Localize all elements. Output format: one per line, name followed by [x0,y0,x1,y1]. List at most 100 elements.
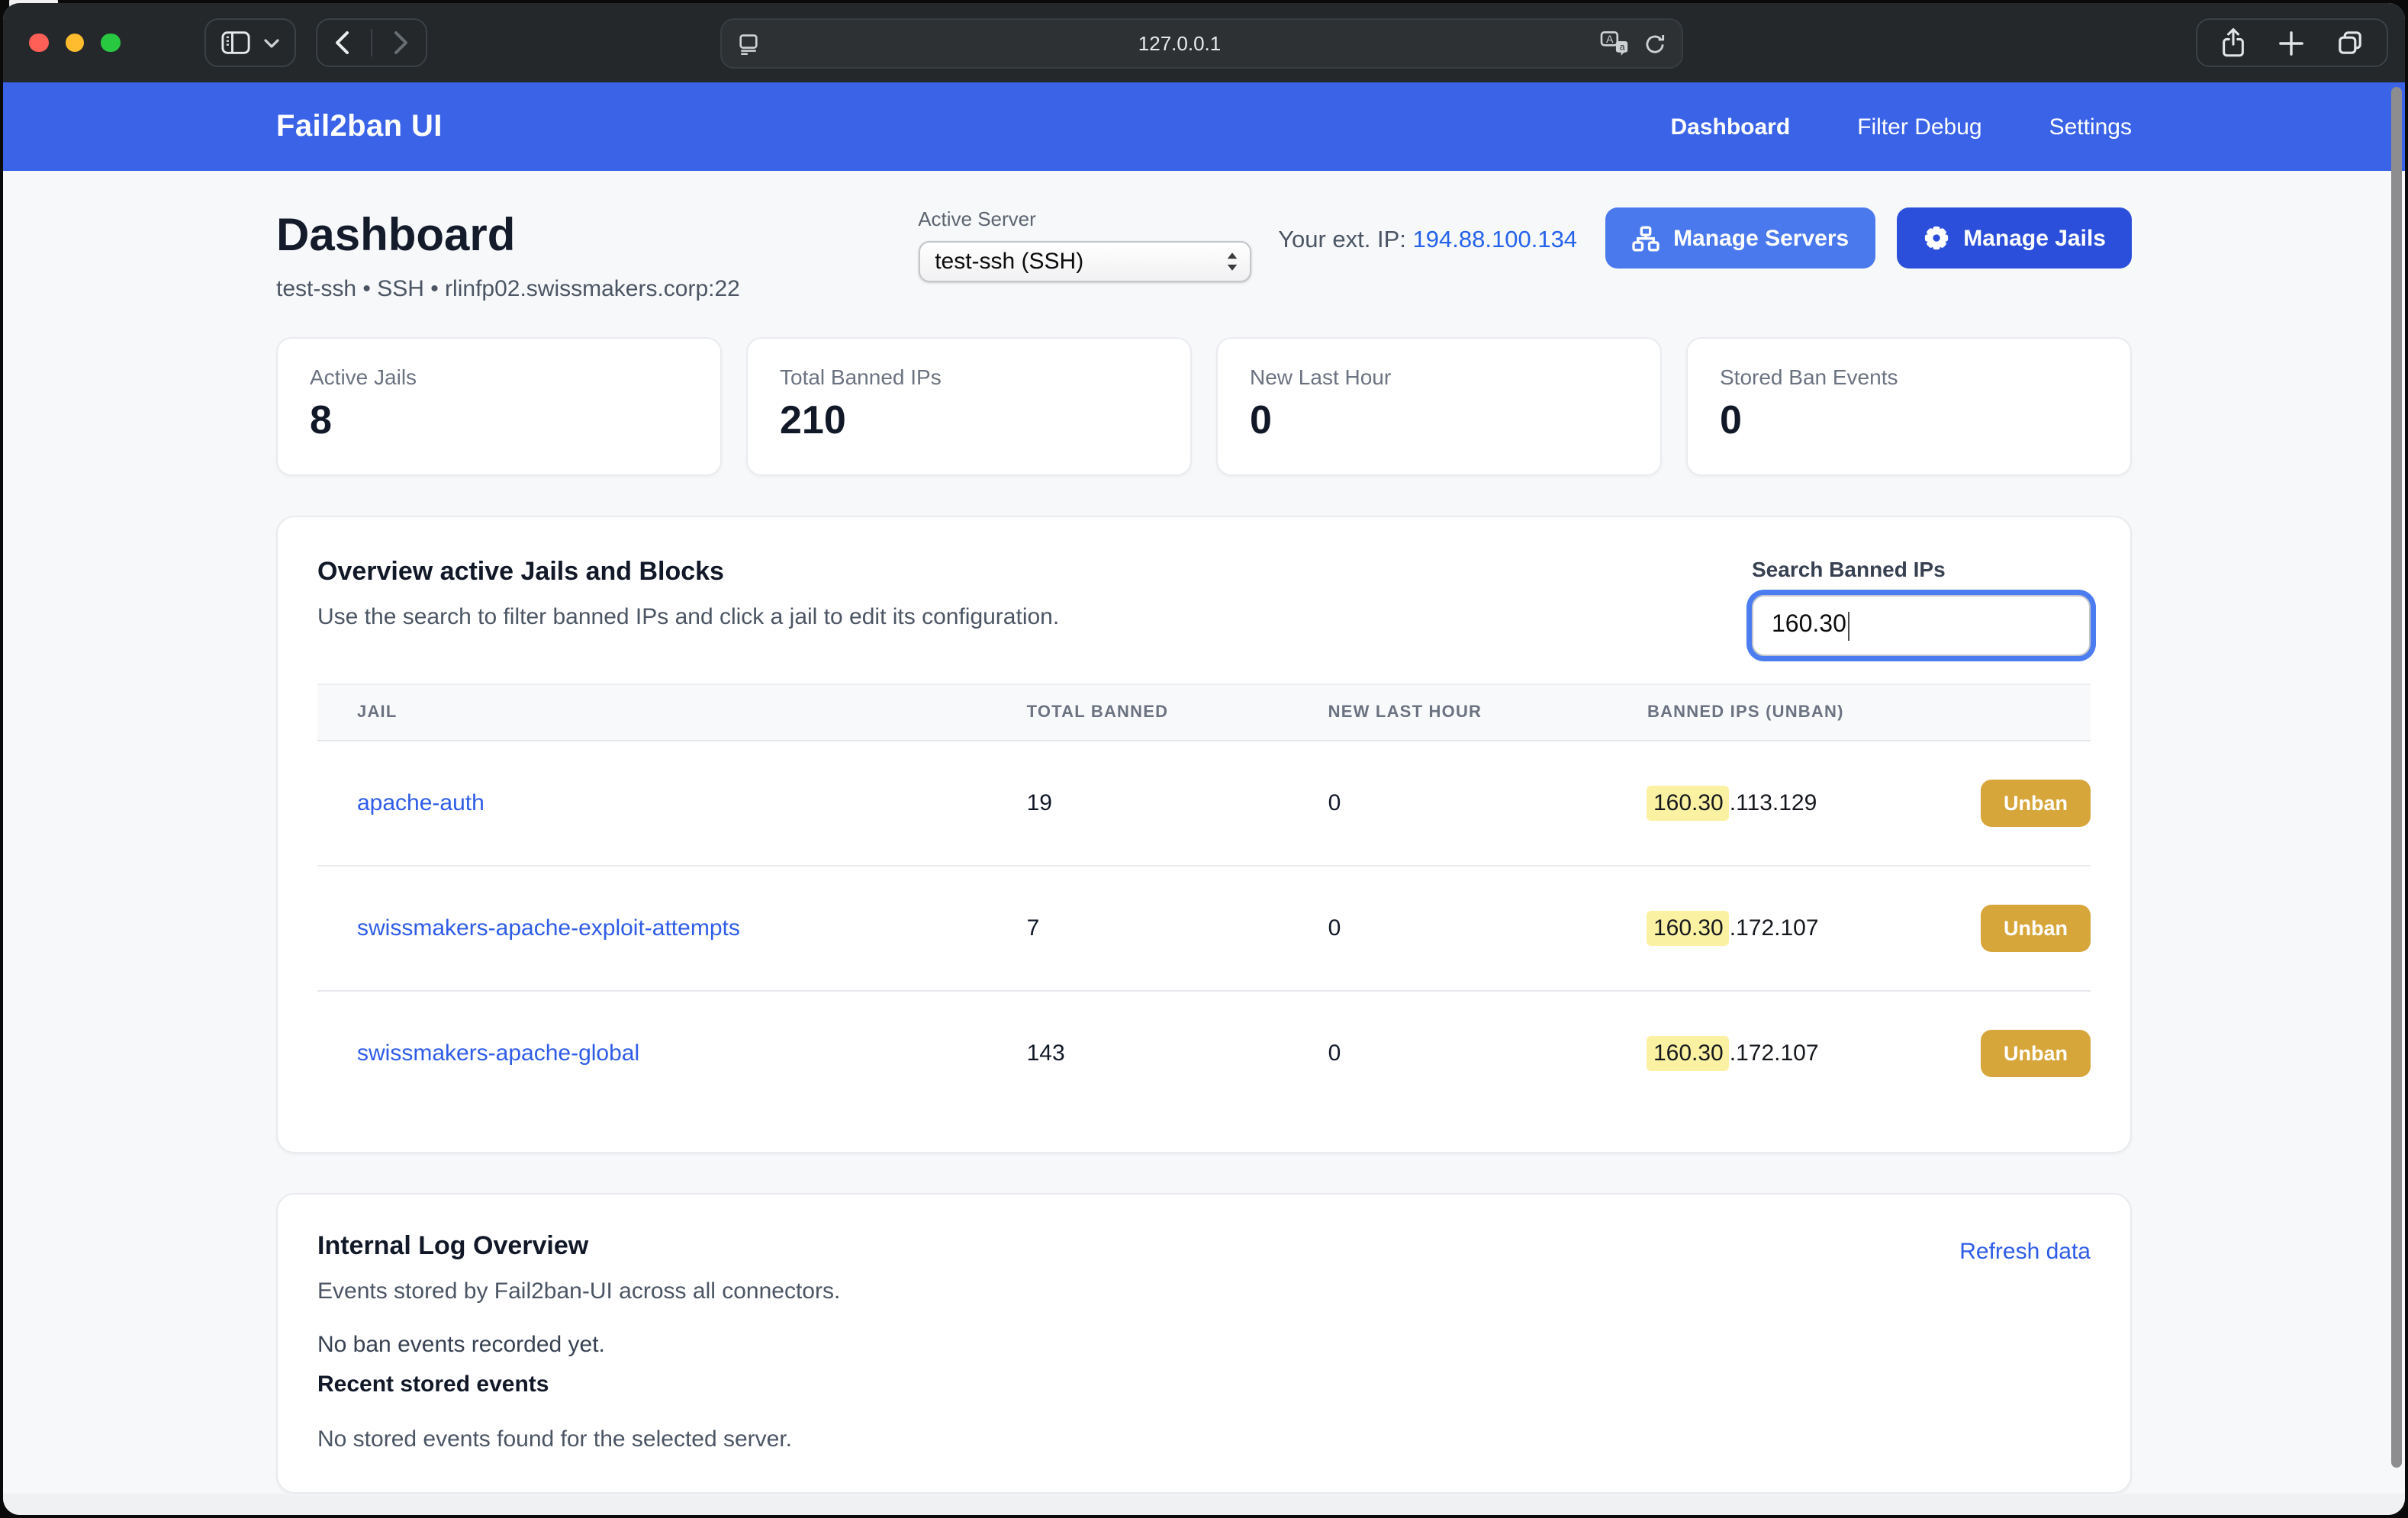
chevron-down-icon [263,37,278,48]
stat-value: 0 [1720,397,2098,444]
window-bottom-edge [3,1494,2405,1515]
select-arrows-icon [1225,252,1238,272]
stat-label: New Last Hour [1250,365,1628,389]
app-navbar: Fail2ban UI Dashboard Filter Debug Setti… [3,82,2405,171]
overview-subtitle: Use the search to filter banned IPs and … [317,604,1059,630]
search-input-value: 160.30 [1772,612,1846,639]
gear-icon [1922,224,1949,252]
manage-jails-button[interactable]: Manage Jails [1896,207,2132,269]
total-banned-cell: 19 [1027,741,1328,866]
overview-card: Overview active Jails and Blocks Use the… [276,516,2132,1153]
translate-icon[interactable]: A a [1599,31,1630,56]
total-banned-cell: 7 [1027,866,1328,991]
internal-log-card: Internal Log Overview Events stored by F… [276,1193,2132,1494]
manage-servers-label: Manage Servers [1673,225,1849,251]
stat-card-stored-ban-events: Stored Ban Events 0 [1686,337,2132,476]
unban-button[interactable]: Unban [1981,1030,2091,1077]
jail-link[interactable]: swissmakers-apache-global [357,1040,639,1066]
share-icon[interactable] [2219,26,2248,59]
stat-label: Total Banned IPs [780,365,1158,389]
jail-link[interactable]: swissmakers-apache-exploit-attempts [357,915,740,941]
column-header-new-last-hour: NEW LAST HOUR [1328,684,1647,741]
active-server-label: Active Server [918,207,1251,230]
banned-ip: 160.30.172.107 [1647,1040,1819,1066]
column-header-jail: JAIL [317,684,1027,741]
unban-button[interactable]: Unban [1981,780,2091,827]
no-stored-events-text: No stored events found for the selected … [317,1426,2091,1452]
nav-item-dashboard[interactable]: Dashboard [1670,114,1790,140]
page-content: Dashboard test-ssh • SSH • rlinfp02.swis… [3,171,2405,1494]
divider [370,29,372,56]
app-brand: Fail2ban UI [276,109,443,144]
browser-window: 127.0.0.1 A a [3,3,2405,1515]
jails-table: JAIL TOTAL BANNED NEW LAST HOUR BANNED I… [317,683,2091,1115]
text-cursor [1848,611,1850,640]
tab-overview-icon[interactable] [2335,27,2365,58]
sidebar-toggle-button[interactable] [204,18,295,67]
stat-label: Stored Ban Events [1720,365,2098,389]
external-ip: Your ext. IP: 194.88.100.134 [1278,227,1577,255]
nav-item-filter-debug[interactable]: Filter Debug [1857,114,1981,140]
external-ip-label: Your ext. IP: [1278,227,1406,253]
table-row: swissmakers-apache-exploit-attempts 7 0 … [317,866,2091,991]
banned-ip: 160.30.172.107 [1647,915,1819,941]
page-settings-icon[interactable] [737,31,760,56]
fullscreen-window-button[interactable] [101,34,120,53]
column-header-total-banned: TOTAL BANNED [1027,684,1328,741]
back-button[interactable] [333,31,349,55]
svg-text:A: A [1606,34,1614,46]
log-title: Internal Log Overview [317,1231,840,1262]
svg-text:a: a [1620,42,1625,53]
address-bar[interactable]: 127.0.0.1 A a [720,18,1683,69]
url-text: 127.0.0.1 [760,32,1599,55]
unban-button[interactable]: Unban [1981,905,2091,952]
stat-card-total-banned: Total Banned IPs 210 [746,337,1192,476]
nav-item-settings[interactable]: Settings [2049,114,2132,140]
sidebar-icon [221,31,249,55]
new-last-hour-cell: 0 [1328,741,1647,866]
new-last-hour-cell: 0 [1328,866,1647,991]
manage-jails-label: Manage Jails [1963,225,2106,251]
search-banned-ips-input[interactable]: 160.30 [1752,595,2091,656]
log-title-block: Internal Log Overview Events stored by F… [317,1231,840,1304]
jail-link[interactable]: apache-auth [357,790,484,816]
page-title: Dashboard [276,211,740,262]
column-header-banned-ips: BANNED IPS (UNBAN) [1647,684,2091,741]
table-row: apache-auth 19 0 160.30.113.129 Unban [317,741,2091,866]
ip-search-highlight: 160.30 [1647,1036,1730,1071]
external-ip-value[interactable]: 194.88.100.134 [1413,227,1578,253]
search-banned-ips-label: Search Banned IPs [1752,557,2091,581]
stat-value: 8 [310,397,688,444]
stat-card-new-last-hour: New Last Hour 0 [1216,337,1662,476]
stat-cards: Active Jails 8 Total Banned IPs 210 New … [276,337,2132,476]
close-window-button[interactable] [29,34,48,53]
manage-servers-button[interactable]: Manage Servers [1605,207,1875,269]
stat-value: 210 [780,397,1158,444]
active-server-select[interactable]: test-ssh (SSH) [918,241,1251,282]
history-navigation [315,18,427,67]
new-tab-icon[interactable] [2278,30,2304,56]
server-subtitle: test-ssh • SSH • rlinfp02.swissmakers.co… [276,276,740,302]
page-title-block: Dashboard test-ssh • SSH • rlinfp02.swis… [276,207,740,302]
overview-title: Overview active Jails and Blocks [317,557,1059,587]
recent-stored-events-title: Recent stored events [317,1372,2091,1397]
table-row: swissmakers-apache-global 143 0 160.30.1… [317,991,2091,1115]
refresh-data-link[interactable]: Refresh data [1959,1239,2091,1265]
table-header-row: JAIL TOTAL BANNED NEW LAST HOUR BANNED I… [317,684,2091,741]
screen: 127.0.0.1 A a [0,0,2408,1518]
log-subtitle: Events stored by Fail2ban-UI across all … [317,1278,840,1304]
ip-search-highlight: 160.30 [1647,786,1730,821]
vertical-scrollbar[interactable] [2391,87,2402,1468]
toolbar-right-buttons [2196,18,2388,67]
reload-icon[interactable] [1643,31,1666,56]
sitemap-icon [1631,224,1660,252]
ip-search-highlight: 160.30 [1647,911,1730,946]
new-last-hour-cell: 0 [1328,991,1647,1115]
minimize-window-button[interactable] [65,34,84,53]
no-ban-events-text: No ban events recorded yet. [317,1332,2091,1358]
active-server-value: test-ssh (SSH) [935,249,1083,275]
forward-button[interactable] [393,31,408,55]
stat-label: Active Jails [310,365,688,389]
banned-ip: 160.30.113.129 [1647,790,1817,816]
stat-card-active-jails: Active Jails 8 [276,337,722,476]
